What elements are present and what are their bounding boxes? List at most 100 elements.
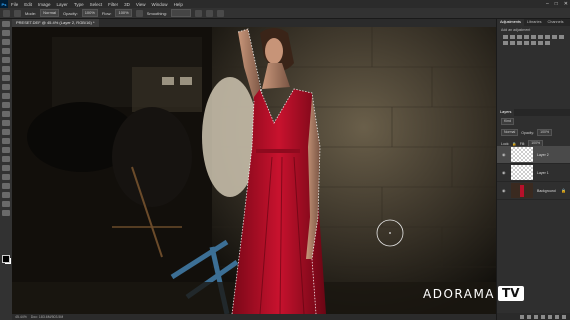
gradient-map-icon[interactable] (538, 41, 543, 45)
shape-tool[interactable] (2, 183, 10, 189)
eye-icon[interactable]: ◉ (502, 170, 507, 175)
crop-tool[interactable] (2, 57, 10, 63)
history-brush-tool[interactable] (2, 111, 10, 117)
layer-row[interactable]: ◉ Layer 1 (497, 164, 570, 182)
frame-tool[interactable] (2, 66, 10, 72)
layer-row[interactable]: ◉ Layer 2 (497, 146, 570, 164)
menu-bar: Ps File Edit Image Layer Type Select Fil… (0, 0, 570, 8)
pen-tool[interactable] (2, 156, 10, 162)
blend-mode-select[interactable]: Normal (501, 129, 519, 136)
posterize-icon[interactable] (524, 41, 529, 45)
flow-label: Flow: (101, 10, 112, 16)
brush-tool[interactable] (2, 93, 10, 99)
layer-name[interactable]: Layer 1 (537, 171, 549, 175)
layer-name[interactable]: Background (537, 189, 556, 193)
gear-icon[interactable] (194, 9, 202, 17)
quick-select-tool[interactable] (2, 48, 10, 54)
lasso-tool[interactable] (2, 39, 10, 45)
menu-file[interactable]: File (8, 2, 21, 7)
menu-help[interactable]: Help (171, 2, 186, 7)
right-panels: Adjustments Libraries Channels Add an ad… (496, 19, 570, 320)
tab-layers[interactable]: Layers (497, 109, 515, 116)
watermark-brand: ADORAMA (423, 286, 496, 301)
adjustment-layer-icon[interactable] (541, 314, 545, 319)
pressure-icon[interactable] (205, 9, 213, 17)
brush-preset-picker[interactable] (14, 9, 21, 17)
mode-select[interactable]: Normal (40, 9, 60, 17)
type-tool[interactable] (2, 165, 10, 171)
link-icon[interactable] (520, 314, 524, 319)
adjustment-hint: Add an adjustment (501, 28, 531, 32)
menu-edit[interactable]: Edit (21, 2, 35, 7)
hand-tool[interactable] (2, 192, 10, 198)
layer-name[interactable]: Layer 2 (537, 153, 549, 157)
dodge-tool[interactable] (2, 147, 10, 153)
smoothing-field[interactable] (170, 9, 191, 17)
invert-icon[interactable] (517, 41, 522, 45)
color-lookup-icon[interactable] (510, 41, 515, 45)
tab-channels[interactable]: Channels (544, 19, 566, 26)
group-icon[interactable] (548, 314, 552, 319)
more-tools[interactable] (2, 210, 10, 216)
vibrance-icon[interactable] (531, 35, 536, 39)
eraser-tool[interactable] (2, 120, 10, 126)
photo-filter-icon[interactable] (559, 35, 564, 39)
bw-icon[interactable] (552, 35, 557, 39)
canvas[interactable] (12, 27, 496, 314)
menu-filter[interactable]: Filter (105, 2, 121, 7)
layer-thumbnail (511, 147, 533, 162)
eye-icon[interactable]: ◉ (502, 152, 507, 157)
selective-color-icon[interactable] (545, 41, 550, 45)
gradient-tool[interactable] (2, 129, 10, 135)
brightness-icon[interactable] (503, 35, 508, 39)
threshold-icon[interactable] (531, 41, 536, 45)
kind-filter[interactable]: Kind (501, 118, 515, 125)
airbrush-icon[interactable] (135, 9, 143, 17)
hue-icon[interactable] (538, 35, 543, 39)
path-select-tool[interactable] (2, 174, 10, 180)
clone-stamp-tool[interactable] (2, 102, 10, 108)
fx-icon[interactable] (527, 314, 531, 319)
close-icon[interactable]: ✕ (564, 1, 568, 7)
marquee-tool[interactable] (2, 30, 10, 36)
maximize-icon[interactable]: □ (555, 1, 558, 7)
levels-icon[interactable] (510, 35, 515, 39)
minimize-icon[interactable]: – (546, 1, 549, 7)
flow-field[interactable]: 100% (115, 9, 132, 17)
blend-row: Normal Opacity: 100% (497, 127, 570, 138)
menu-image[interactable]: Image (35, 2, 54, 7)
adjustment-icons (497, 34, 570, 46)
foreground-color-swatch[interactable] (2, 255, 10, 263)
layer-row[interactable]: ◉ Background 🔒 (497, 182, 570, 200)
eyedropper-tool[interactable] (2, 75, 10, 81)
trash-icon[interactable] (562, 314, 566, 319)
curves-icon[interactable] (517, 35, 522, 39)
tab-adjustments[interactable]: Adjustments (497, 19, 524, 26)
eye-icon[interactable]: ◉ (502, 188, 507, 193)
lock-label: Lock: (501, 141, 510, 146)
menu-type[interactable]: Type (71, 2, 87, 7)
menu-view[interactable]: View (133, 2, 149, 7)
blur-tool[interactable] (2, 138, 10, 144)
exposure-icon[interactable] (524, 35, 529, 39)
lock-icon[interactable]: 🔒 (512, 142, 516, 146)
menu-select[interactable]: Select (87, 2, 106, 7)
mask-icon[interactable] (534, 314, 538, 319)
document-tab[interactable]: PRESET.DEF @ 45.4% (Layer 2, RGB/16) * (12, 19, 99, 27)
opacity-field[interactable]: 100% (81, 9, 98, 17)
tab-libraries[interactable]: Libraries (524, 19, 545, 26)
symmetry-icon[interactable] (216, 9, 224, 17)
color-balance-icon[interactable] (545, 35, 550, 39)
watermark-tv: TV (498, 286, 524, 301)
healing-tool[interactable] (2, 84, 10, 90)
layer-opacity-field[interactable]: 100% (537, 129, 553, 136)
move-tool[interactable] (2, 21, 10, 27)
menu-3d[interactable]: 3D (121, 2, 133, 7)
menu-window[interactable]: Window (149, 2, 171, 7)
new-layer-icon[interactable] (555, 314, 559, 319)
zoom-readout[interactable]: 45.44% (15, 315, 27, 319)
brush-icon[interactable] (3, 9, 10, 17)
channel-mixer-icon[interactable] (503, 41, 508, 45)
zoom-tool[interactable] (2, 201, 10, 207)
menu-layer[interactable]: Layer (54, 2, 71, 7)
